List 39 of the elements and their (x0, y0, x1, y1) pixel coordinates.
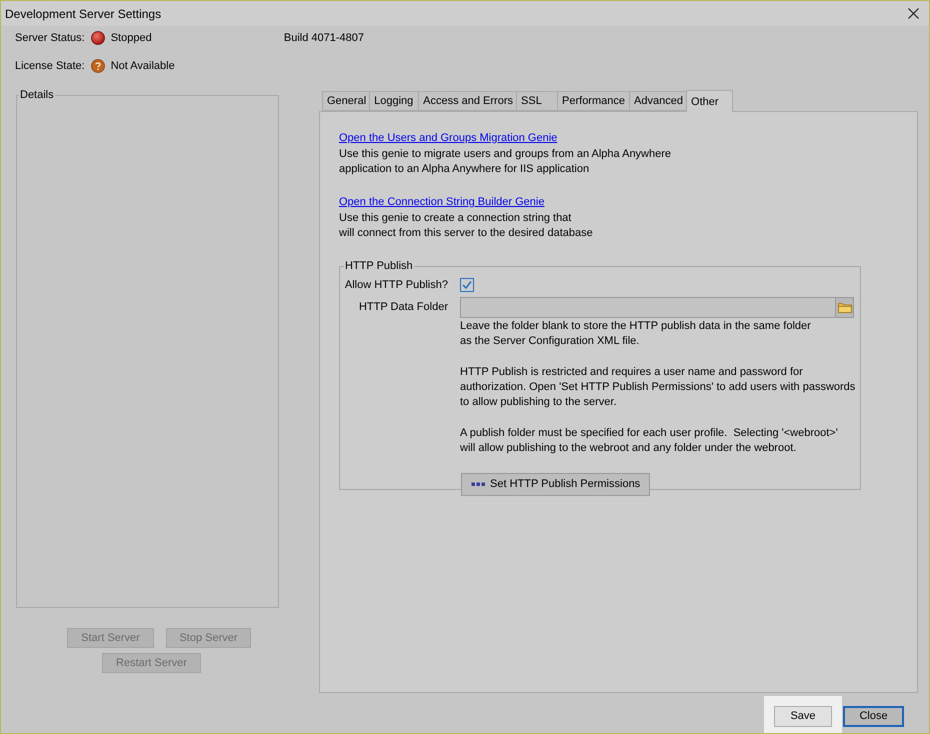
status-label: License State: (15, 58, 85, 74)
status-dot-icon (90, 31, 105, 45)
dialog-button[interactable]: Save (774, 706, 832, 727)
status-label: Server Status: (15, 30, 85, 46)
tab[interactable]: SSL (516, 91, 558, 111)
note-text: A publish folder must be specified for each user profile. Selecting '<webroot>' (460, 426, 839, 441)
tab[interactable]: Access and Errors (418, 91, 518, 111)
folder-field[interactable] (460, 297, 854, 318)
note-text: HTTP Publish is restricted and requires a user name and password for (460, 365, 804, 380)
genie-link[interactable]: Open the Users and Groups Migration Genie (339, 130, 558, 146)
note-text: as the Server Configuration XML file. (460, 334, 640, 349)
description-text: Use this genie to create a connection string that (339, 211, 572, 226)
note-text: to allow publishing to the server. (460, 395, 618, 410)
status-value: Not Available (110, 58, 175, 74)
description-text: Use this genie to migrate users and groups from an Alpha Anywhere (339, 147, 672, 162)
build-number: Build 4071-4807 (284, 30, 364, 46)
dots-icon (471, 482, 486, 487)
dialog-button[interactable]: Close (843, 706, 904, 727)
tab[interactable]: General (322, 91, 370, 111)
tab[interactable]: Advanced (629, 91, 688, 111)
browse-button[interactable] (835, 298, 853, 317)
window-title: Development Server Settings (5, 6, 162, 22)
question-icon (90, 59, 105, 73)
tab[interactable]: Other (686, 90, 734, 112)
folder-icon (838, 302, 852, 313)
permissions-button[interactable]: Set HTTP Publish Permissions (461, 473, 650, 496)
note-text: will allow publishing to the webroot and any folder under the webroot. (460, 441, 798, 456)
note-text: authorization. Open 'Set HTTP Publish Permissions' to add users with passwords (460, 380, 856, 395)
genie-link[interactable]: Open the Connection String Builder Genie (339, 194, 544, 210)
note-text: Leave the folder blank to store the HTTP publish data in the same folder (460, 319, 812, 334)
close-icon[interactable] (908, 8, 919, 19)
tab[interactable]: Logging (369, 91, 420, 111)
field-label: Allow HTTP Publish? (344, 278, 448, 293)
status-value: Stopped (110, 30, 152, 46)
description-text: application to an Alpha Anywhere for IIS application (339, 162, 590, 177)
checkbox[interactable] (460, 278, 474, 292)
field-label: HTTP Data Folder (358, 300, 448, 315)
description-text: will connect from this server to the desired database (339, 226, 594, 241)
tab[interactable]: Performance (557, 91, 630, 111)
